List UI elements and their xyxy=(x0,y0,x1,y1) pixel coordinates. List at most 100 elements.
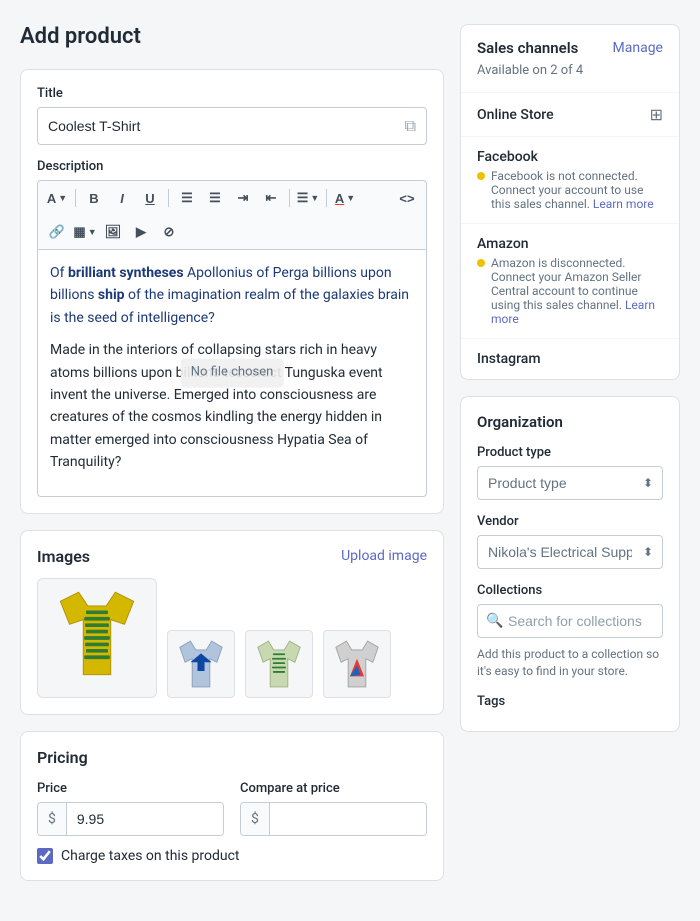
image-icon: 🖼 xyxy=(105,224,122,240)
tshirt-mountain-svg xyxy=(327,634,387,694)
toolbar-indent-btn[interactable]: ⇥ xyxy=(230,185,256,211)
bold-icon: B xyxy=(89,191,98,206)
image-main[interactable] xyxy=(37,578,157,698)
toolbar-link-btn[interactable]: 🔗 xyxy=(44,219,70,245)
toolbar-table-btn[interactable]: ▦ ▼ xyxy=(72,219,98,245)
align-icon: ☰ xyxy=(297,190,309,206)
channel-facebook: Facebook Facebook is not connected. Conn… xyxy=(461,137,679,224)
toolbar-remove-btn[interactable]: ⊘ xyxy=(156,219,182,245)
facebook-status-dot xyxy=(477,172,485,180)
description-para2: Made in the interiors of collapsing star… xyxy=(50,339,414,473)
toolbar-sep4 xyxy=(326,189,327,207)
tshirt-blue-svg xyxy=(171,634,231,694)
price-label: Price xyxy=(37,781,224,796)
price-prefix: $ xyxy=(38,803,67,835)
image-thumb-3[interactable] xyxy=(323,630,391,698)
toolbar-bold-btn[interactable]: B xyxy=(81,185,107,211)
table-arrow: ▼ xyxy=(88,227,97,237)
product-type-select[interactable]: Product type xyxy=(477,466,663,500)
toolbar-underline-btn[interactable]: U xyxy=(137,185,163,211)
image-thumb-2[interactable] xyxy=(245,630,313,698)
tshirt-yellow-svg xyxy=(42,583,152,693)
image-thumb-1[interactable] xyxy=(167,630,235,698)
color-icon: A xyxy=(335,191,344,206)
toolbar-image-btn[interactable]: 🖼 xyxy=(100,219,126,245)
toolbar-sep2 xyxy=(168,189,169,207)
table-icon: ▦ xyxy=(73,224,85,240)
price-input-wrap: $ xyxy=(37,802,224,836)
color-arrow: ▼ xyxy=(346,193,355,203)
title-input-icon: ⧉ xyxy=(405,116,416,136)
organization-title: Organization xyxy=(477,413,663,431)
compare-input[interactable] xyxy=(270,803,426,835)
amazon-status-dot xyxy=(477,259,485,267)
compare-price-field: Compare at price $ xyxy=(240,781,427,836)
toolbar-video-btn[interactable]: ▶ xyxy=(128,219,154,245)
italic-icon: I xyxy=(120,191,124,206)
toolbar-align-btn[interactable]: ☰ ▼ xyxy=(295,185,321,211)
outdent-icon: ⇤ xyxy=(266,190,277,206)
toolbar-ol-btn[interactable]: ☰ xyxy=(202,185,228,211)
sales-availability: Available on 2 of 4 xyxy=(461,61,679,93)
toolbar-outdent-btn[interactable]: ⇤ xyxy=(258,185,284,211)
price-field: Price $ xyxy=(37,781,224,836)
vendor-select-wrap: Nikola's Electrical Supplies ⬍ xyxy=(477,535,663,569)
organization-card: Organization Product type Product type ⬍… xyxy=(460,396,680,732)
vendor-label: Vendor xyxy=(477,514,663,529)
description-label: Description xyxy=(37,159,427,174)
title-label: Title xyxy=(37,86,427,101)
channel-amazon: Amazon Amazon is disconnected. Connect y… xyxy=(461,224,679,339)
amazon-status-text: Amazon is disconnected. Connect your Ama… xyxy=(491,256,663,326)
toolbar-sep3 xyxy=(289,189,290,207)
facebook-learn-more[interactable]: Learn more xyxy=(593,197,654,211)
charge-taxes-checkbox[interactable] xyxy=(37,848,53,864)
page-title: Add product xyxy=(20,24,444,49)
images-title: Images xyxy=(37,547,90,566)
toolbar-italic-btn[interactable]: I xyxy=(109,185,135,211)
pricing-row: Price $ Compare at price $ xyxy=(37,781,427,836)
toolbar-color-btn[interactable]: A ▼ xyxy=(332,185,358,211)
amazon-name: Amazon xyxy=(477,236,529,252)
toolbar-font-btn[interactable]: A ▼ xyxy=(44,185,70,211)
charge-taxes-label: Charge taxes on this product xyxy=(61,848,240,864)
tags-label: Tags xyxy=(477,694,663,709)
collections-search-wrap: 🔍 xyxy=(477,604,663,638)
description-editor[interactable]: Of brilliant syntheses Apollonius of Per… xyxy=(37,249,427,497)
toolbar-font-arrow: ▼ xyxy=(58,193,67,203)
collections-search-input[interactable] xyxy=(477,604,663,638)
title-input[interactable] xyxy=(48,118,405,134)
title-card: Title ⧉ Description A ▼ B I U ☰ ☰ ⇥ xyxy=(20,69,444,514)
online-store-name: Online Store xyxy=(477,107,554,123)
price-input[interactable] xyxy=(67,803,223,835)
images-card: Images Upload image xyxy=(20,530,444,715)
underline-icon: U xyxy=(145,191,154,206)
pricing-card: Pricing Price $ Compare at price $ xyxy=(20,731,444,881)
online-store-icon: ⊞ xyxy=(650,105,663,124)
images-grid xyxy=(37,578,427,698)
images-header: Images Upload image xyxy=(37,547,427,566)
facebook-status-text: Facebook is not connected. Connect your … xyxy=(491,169,663,211)
manage-link[interactable]: Manage xyxy=(613,40,663,56)
product-type-field: Product type Product type ⬍ xyxy=(477,445,663,500)
indent-icon: ⇥ xyxy=(238,190,249,206)
collections-field: Collections 🔍 Add this product to a coll… xyxy=(477,583,663,680)
toolbar-font-label: A xyxy=(47,191,56,206)
channel-instagram: Instagram xyxy=(461,339,679,379)
product-type-select-wrap: Product type ⬍ xyxy=(477,466,663,500)
video-icon: ▶ xyxy=(136,224,146,240)
toolbar-source-btn[interactable]: <> xyxy=(394,185,420,211)
search-icon: 🔍 xyxy=(486,613,503,629)
vendor-select[interactable]: Nikola's Electrical Supplies xyxy=(477,535,663,569)
amazon-learn-more[interactable]: Learn more xyxy=(491,298,655,326)
toolbar-sep1 xyxy=(75,189,76,207)
pricing-title: Pricing xyxy=(37,748,427,767)
sales-channels-title: Sales channels xyxy=(477,39,578,57)
sales-channels-card: Sales channels Manage Available on 2 of … xyxy=(460,24,680,380)
channel-online-store: Online Store ⊞ xyxy=(461,93,679,137)
sales-channels-header: Sales channels Manage xyxy=(461,25,679,61)
upload-image-link[interactable]: Upload image xyxy=(341,548,427,564)
collections-label: Collections xyxy=(477,583,663,598)
collections-hint: Add this product to a collection so it's… xyxy=(477,646,663,680)
toolbar-ul-btn[interactable]: ☰ xyxy=(174,185,200,211)
compare-input-wrap: $ xyxy=(240,802,427,836)
